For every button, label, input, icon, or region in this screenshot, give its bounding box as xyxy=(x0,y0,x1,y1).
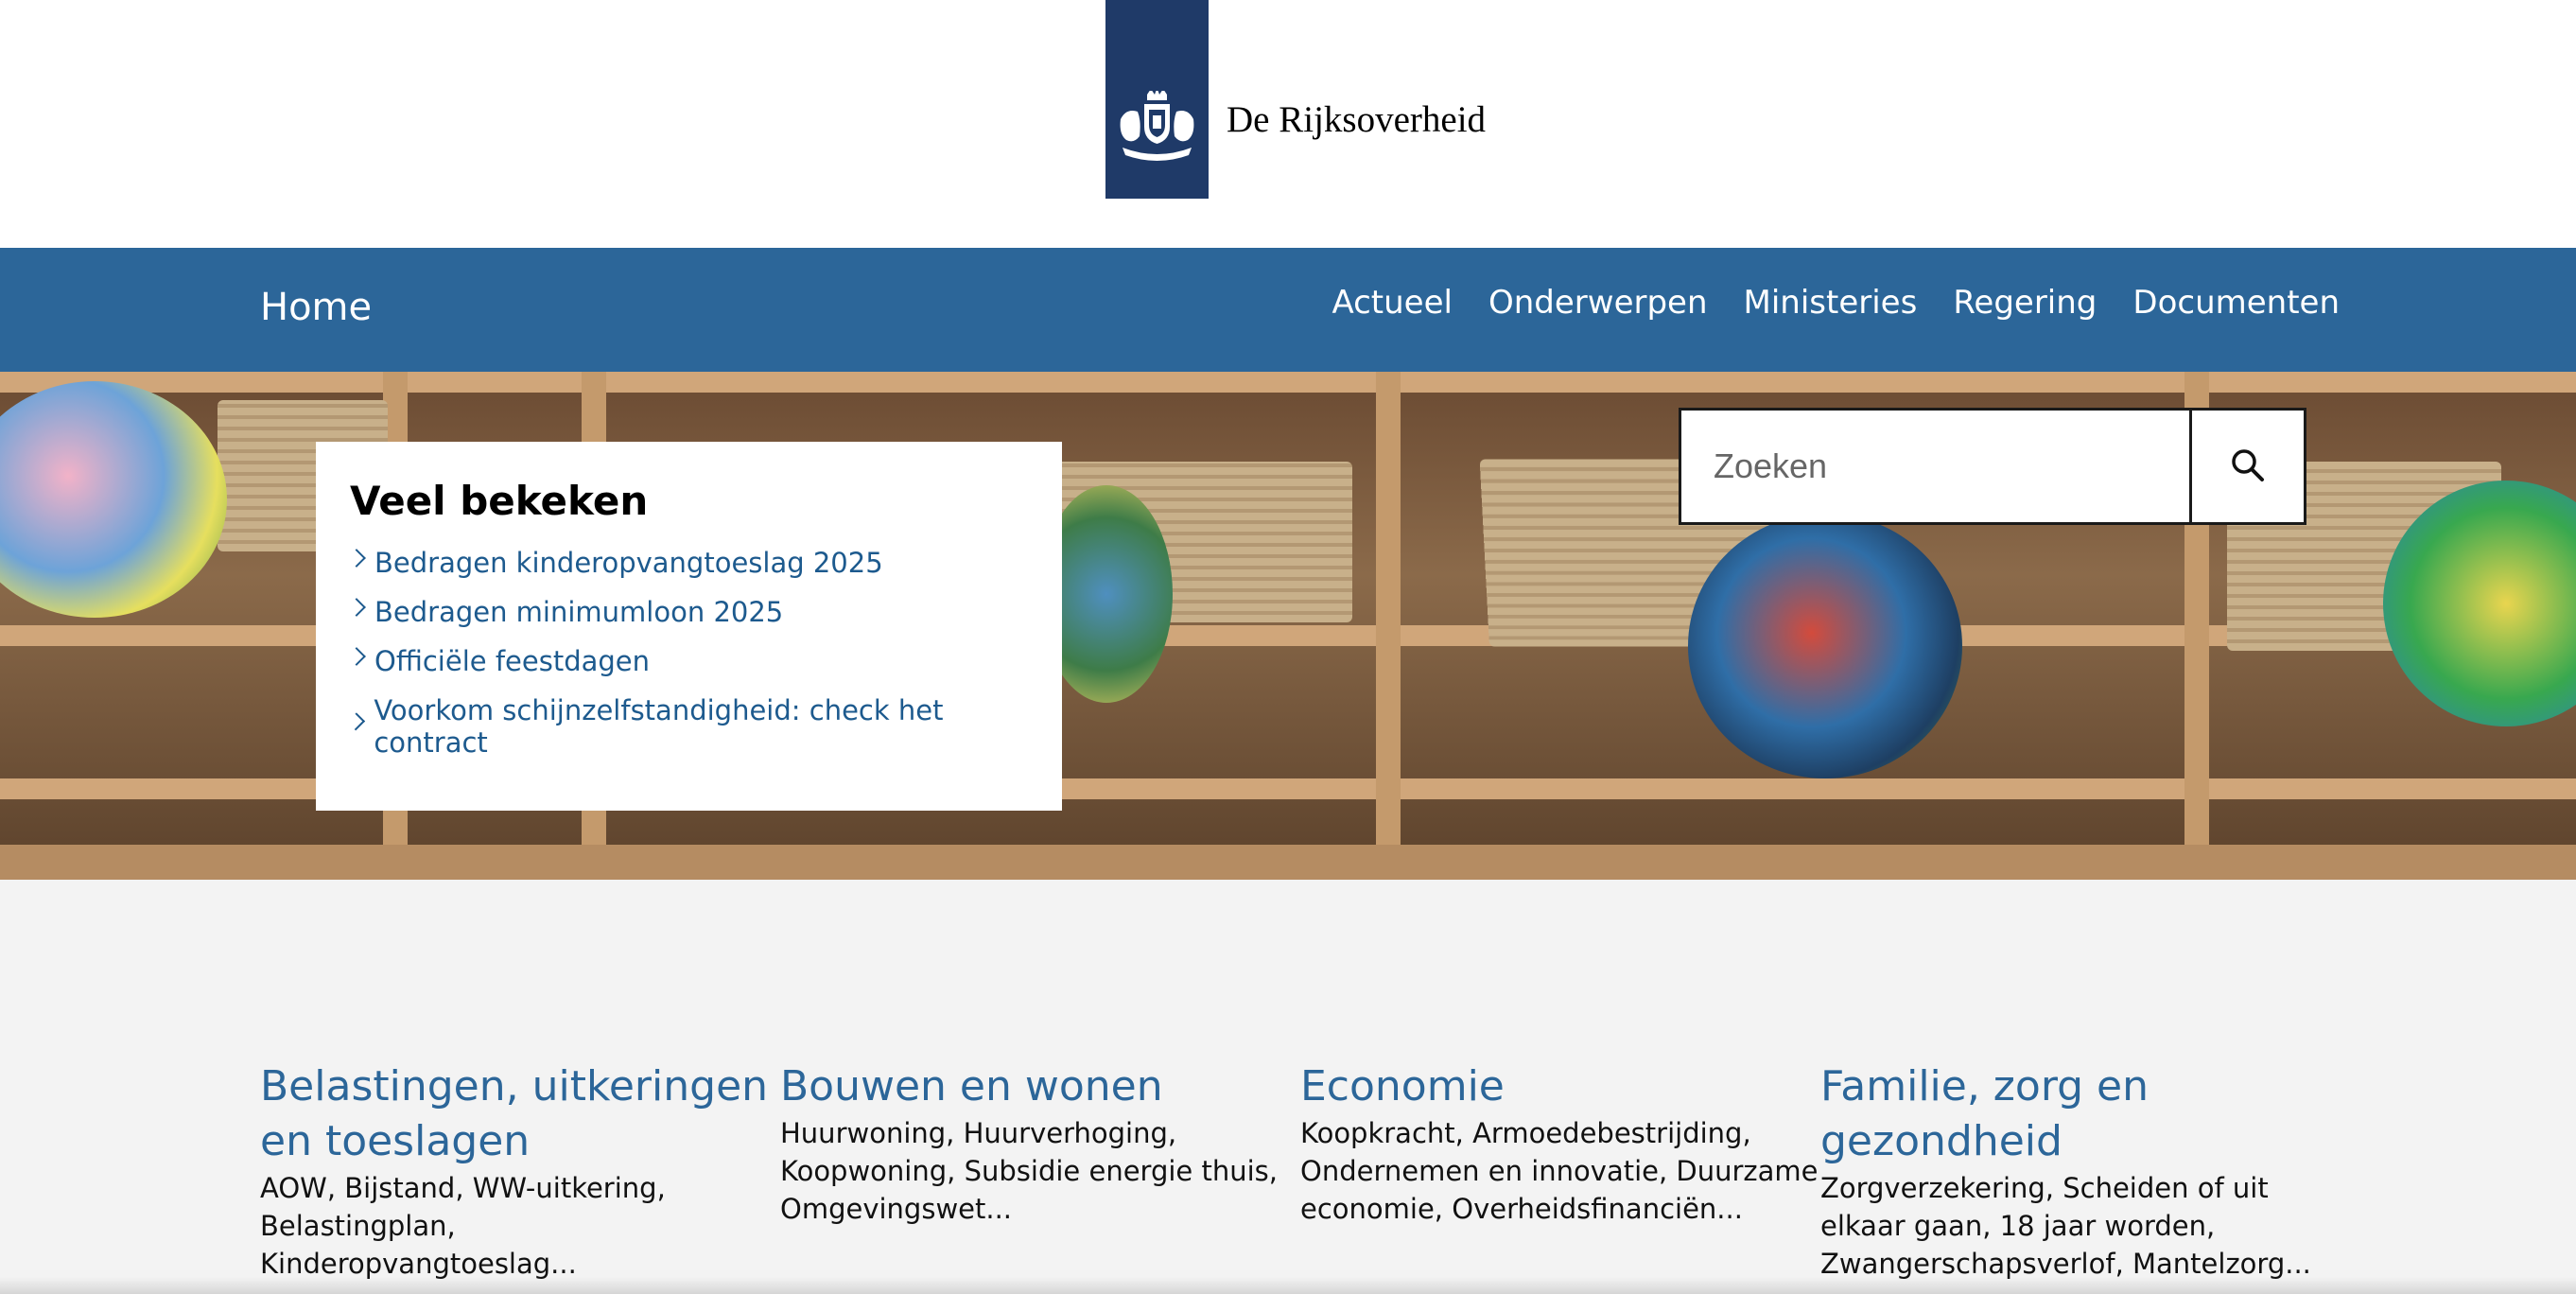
search-form xyxy=(1679,408,2306,525)
site-logo-text: De Rijksoverheid xyxy=(1227,99,1487,140)
topic-title-link[interactable]: Bouwen en wonen xyxy=(780,1059,1300,1114)
topic-title-link[interactable]: Familie, zorg en gezondheid xyxy=(1820,1059,2341,1169)
search-input[interactable] xyxy=(1679,408,2189,525)
popular-link[interactable]: Bedragen minimumloon 2025 xyxy=(374,596,783,628)
nav-link-onderwerpen[interactable]: Onderwerpen xyxy=(1488,284,1708,322)
topic-card: Familie, zorg en gezondheid Zorgverzeker… xyxy=(1820,1059,2341,1283)
popular-pages-panel: Veel bekeken Bedragen kinderopvangtoesla… xyxy=(316,442,1062,811)
topic-title-link[interactable]: Economie xyxy=(1300,1059,1820,1114)
search-icon xyxy=(2229,446,2267,487)
chevron-right-icon xyxy=(347,549,366,568)
topic-card: Belastingen, uitkeringen en toeslagen AO… xyxy=(260,1059,780,1283)
main-navigation: Home Actueel Onderwerpen Ministeries Reg… xyxy=(0,248,2576,372)
chevron-right-icon xyxy=(347,647,366,666)
nav-links: Actueel Onderwerpen Ministeries Regering… xyxy=(1332,284,2340,322)
logo-link[interactable] xyxy=(1105,0,1209,199)
nav-home-link[interactable]: Home xyxy=(260,286,372,329)
topic-description: Koopkracht, Armoedebestrijding, Ondernem… xyxy=(1300,1117,1819,1225)
nav-link-ministeries[interactable]: Ministeries xyxy=(1744,284,1918,322)
list-item: Bedragen kinderopvangtoeslag 2025 xyxy=(347,547,1028,579)
topic-description: Huurwoning, Huurverhoging, Koopwoning, S… xyxy=(780,1117,1278,1225)
list-item: Bedragen minimumloon 2025 xyxy=(347,596,1028,628)
nav-link-documenten[interactable]: Documenten xyxy=(2132,284,2340,322)
chevron-right-icon xyxy=(347,598,366,617)
chevron-right-icon xyxy=(347,712,366,731)
topic-description: Zorgverzekering, Scheiden of uit elkaar … xyxy=(1820,1172,2311,1280)
page-bottom-edge xyxy=(0,1277,2576,1294)
list-item: Voorkom schijnzelfstandigheid: check het… xyxy=(347,694,1028,759)
search-button[interactable] xyxy=(2189,408,2306,525)
popular-link[interactable]: Officiële feestdagen xyxy=(374,645,650,677)
nav-link-regering[interactable]: Regering xyxy=(1953,284,2097,322)
popular-pages-title: Veel bekeken xyxy=(350,478,649,524)
popular-link[interactable]: Voorkom schijnzelfstandigheid: check het… xyxy=(374,694,1028,759)
topic-title-link[interactable]: Belastingen, uitkeringen en toeslagen xyxy=(260,1059,780,1169)
topic-card: Bouwen en wonen Huurwoning, Huurverhogin… xyxy=(780,1059,1300,1283)
site-header: De Rijksoverheid xyxy=(0,0,2576,248)
popular-pages-list: Bedragen kinderopvangtoeslag 2025 Bedrag… xyxy=(347,547,1028,759)
hero-banner: Veel bekeken Bedragen kinderopvangtoesla… xyxy=(0,372,2576,880)
topic-description: AOW, Bijstand, WW-uitkering, Belastingpl… xyxy=(260,1172,666,1280)
topic-card: Economie Koopkracht, Armoedebestrijding,… xyxy=(1300,1059,1820,1283)
nav-link-actueel[interactable]: Actueel xyxy=(1332,284,1453,322)
popular-link[interactable]: Bedragen kinderopvangtoeslag 2025 xyxy=(374,547,883,579)
list-item: Officiële feestdagen xyxy=(347,645,1028,677)
topics-section: Belastingen, uitkeringen en toeslagen AO… xyxy=(260,1059,2341,1283)
